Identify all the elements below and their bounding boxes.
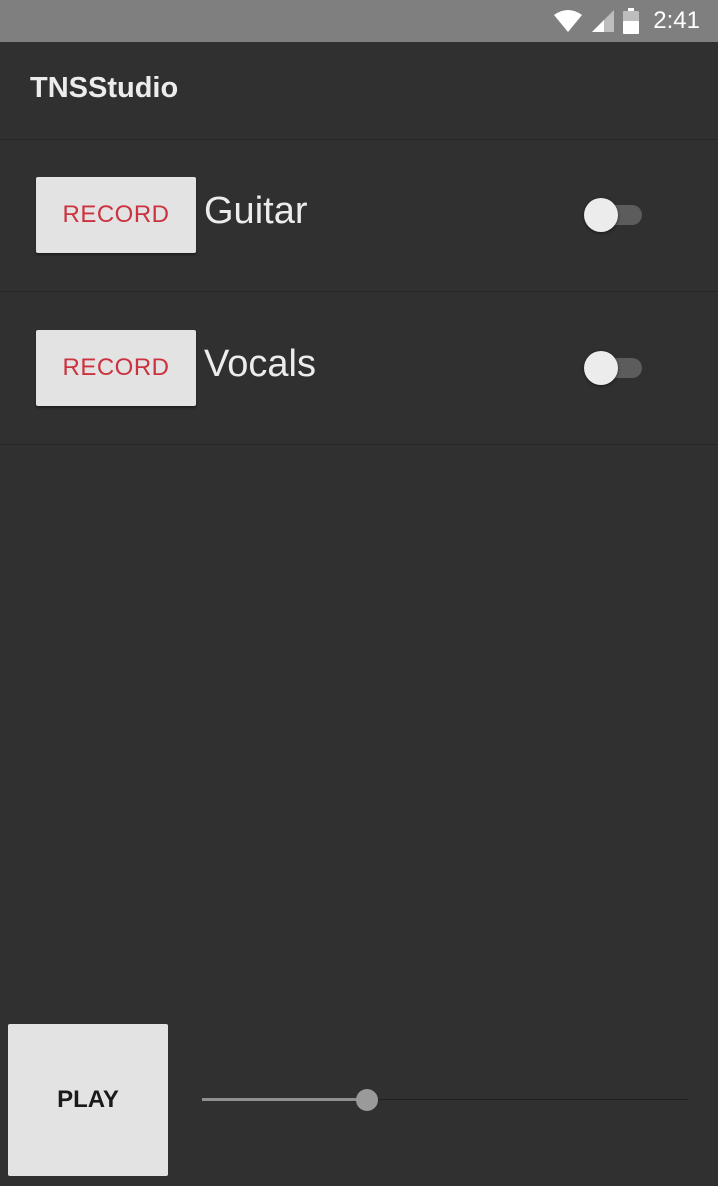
- track-toggle-vocals[interactable]: [584, 350, 644, 386]
- status-icons: 2:41: [553, 6, 700, 36]
- toggle-thumb: [584, 198, 618, 232]
- toggle-thumb: [584, 351, 618, 385]
- wifi-icon: [554, 10, 583, 32]
- record-button-guitar[interactable]: RECORD: [36, 177, 196, 253]
- play-button[interactable]: PLAY: [8, 1024, 168, 1176]
- status-time: 2:41: [653, 7, 700, 34]
- record-button-vocals[interactable]: RECORD: [36, 330, 196, 406]
- status-bar: 2:41: [0, 0, 718, 42]
- track-row-guitar: RECORD Guitar: [0, 140, 718, 292]
- slider-knob[interactable]: [356, 1089, 379, 1111]
- track-name-guitar: Guitar: [204, 190, 308, 232]
- playback-slider[interactable]: [202, 1086, 688, 1114]
- track-name-vocals: Vocals: [204, 343, 316, 385]
- action-bar: TNSStudio: [0, 42, 718, 140]
- battery-icon: [623, 8, 640, 34]
- track-row-vocals: RECORD Vocals: [0, 293, 718, 445]
- signal-icon: [592, 10, 615, 32]
- track-toggle-guitar[interactable]: [584, 197, 644, 233]
- app-screen: 2:41 TNSStudio RECORD Guitar RECORD Voca…: [0, 0, 718, 1186]
- app-title: TNSStudio: [30, 72, 179, 104]
- slider-fill: [202, 1098, 368, 1101]
